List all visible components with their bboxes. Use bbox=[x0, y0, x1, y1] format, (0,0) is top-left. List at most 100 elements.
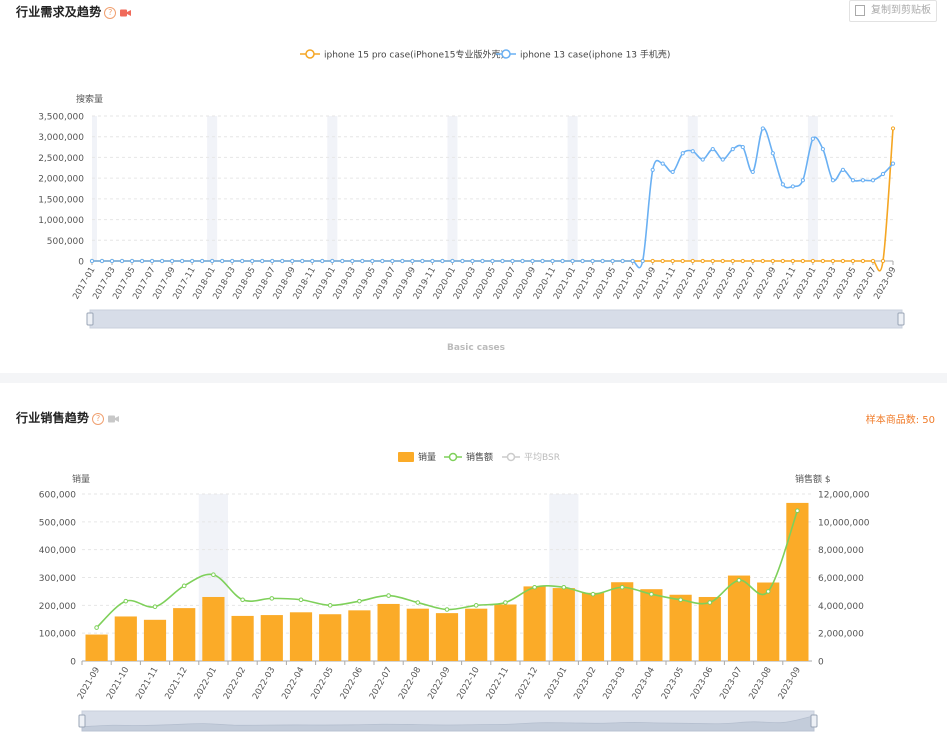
y-tick-label-left: 100,000 bbox=[39, 630, 76, 640]
y-tick-label: 0 bbox=[78, 258, 84, 268]
y-tick-label-left: 0 bbox=[70, 658, 76, 668]
legend-label: 平均BSR bbox=[524, 451, 560, 463]
sales-chart: 销量 销售额 平均BSR销量 销售额 $600,000500,000400,00030… bbox=[39, 451, 870, 732]
data-point bbox=[570, 258, 575, 264]
x-tick-label: 2023-01 bbox=[543, 666, 569, 702]
january-band bbox=[567, 116, 578, 261]
sales-volume-bar bbox=[786, 502, 809, 661]
legend-item[interactable]: iphone 15 pro case(iPhone15专业版外壳) bbox=[300, 49, 504, 61]
data-point bbox=[765, 589, 771, 594]
legend-swatch bbox=[398, 452, 414, 462]
y-tick-label-left: 600,000 bbox=[39, 491, 76, 501]
zoom-handle-left bbox=[78, 714, 86, 728]
y-tick-label-left: 400,000 bbox=[39, 546, 76, 556]
data-point bbox=[200, 258, 205, 264]
sales-volume-bar bbox=[114, 616, 137, 661]
x-tick-label: 2023-05 bbox=[660, 666, 686, 702]
data-point bbox=[386, 593, 391, 598]
sales-volume-bar bbox=[377, 603, 400, 661]
data-point bbox=[500, 258, 505, 264]
legend-item[interactable]: 销量 bbox=[398, 451, 436, 463]
data-point bbox=[503, 600, 508, 605]
data-point bbox=[678, 597, 683, 603]
data-point bbox=[840, 258, 846, 264]
x-tick-label: 2022-09 bbox=[426, 666, 452, 702]
data-point bbox=[649, 591, 654, 597]
legend-marker bbox=[448, 452, 458, 462]
data-point bbox=[770, 151, 775, 156]
data-point bbox=[810, 258, 816, 264]
zoom-label: Basic cases bbox=[447, 343, 505, 353]
sales-volume-bar bbox=[319, 614, 342, 661]
sales-volume-bar bbox=[465, 608, 488, 661]
y-tick-label: 3,000,000 bbox=[38, 133, 84, 143]
y-tick-label-right: 6,000,000 bbox=[818, 574, 864, 584]
data-point bbox=[890, 126, 896, 131]
y-tick-label-left: 500,000 bbox=[39, 518, 76, 528]
data-point bbox=[450, 258, 455, 264]
data-point bbox=[590, 591, 596, 597]
sales-volume-bar bbox=[143, 619, 167, 661]
data-point bbox=[790, 184, 795, 189]
data-point bbox=[440, 258, 445, 264]
data-point bbox=[480, 258, 485, 264]
data-point bbox=[795, 508, 800, 513]
data-point bbox=[780, 258, 785, 264]
legend-item[interactable]: 平均BSR bbox=[502, 451, 560, 463]
legend-marker bbox=[506, 452, 516, 462]
x-tick-label: 2022-01 bbox=[193, 666, 219, 702]
data-point bbox=[530, 258, 535, 264]
y-axis-label-right: 销售额 $ bbox=[795, 473, 831, 485]
legend-item[interactable]: iphone 13 case(iphone 13 手机壳) bbox=[496, 49, 670, 61]
y-tick-label: 2,500,000 bbox=[38, 154, 84, 164]
data-zoom-slider[interactable] bbox=[78, 710, 818, 732]
data-point bbox=[300, 258, 305, 264]
data-point bbox=[860, 178, 866, 183]
data-point bbox=[750, 169, 755, 175]
data-point bbox=[250, 258, 255, 264]
data-point bbox=[152, 604, 158, 610]
data-point bbox=[540, 258, 545, 264]
data-point bbox=[490, 258, 495, 264]
y-tick-label-left: 300,000 bbox=[39, 574, 76, 584]
x-tick-label: 2023-07 bbox=[718, 666, 744, 702]
january-band bbox=[92, 116, 98, 261]
data-point bbox=[610, 258, 615, 264]
data-point bbox=[330, 258, 335, 264]
sales-volume-bar bbox=[85, 634, 108, 661]
x-tick-label: 2022-04 bbox=[280, 666, 306, 702]
x-tick-label: 2023-03 bbox=[601, 666, 627, 702]
data-point bbox=[240, 597, 245, 603]
data-point bbox=[850, 258, 856, 264]
y-tick-label-right: 8,000,000 bbox=[818, 546, 864, 556]
january-band bbox=[327, 116, 338, 261]
data-point bbox=[470, 258, 475, 264]
sales-volume-bar bbox=[669, 594, 692, 661]
data-point bbox=[690, 258, 695, 264]
data-zoom-slider[interactable] bbox=[86, 309, 905, 329]
january-band bbox=[207, 116, 218, 261]
data-point bbox=[400, 258, 405, 264]
x-tick-label: 2022-06 bbox=[339, 666, 365, 702]
x-tick-label: 2022-07 bbox=[368, 666, 394, 702]
data-point bbox=[810, 136, 816, 141]
sales-volume-bar bbox=[611, 582, 634, 661]
data-point bbox=[670, 258, 675, 264]
data-point bbox=[340, 258, 345, 264]
zoom-handle-left bbox=[86, 312, 94, 326]
data-point bbox=[800, 258, 805, 264]
data-point bbox=[380, 258, 385, 264]
legend-item[interactable]: 销售额 bbox=[444, 451, 493, 463]
data-point bbox=[710, 147, 715, 152]
data-point bbox=[890, 161, 896, 166]
data-point bbox=[720, 157, 725, 162]
data-point bbox=[415, 600, 421, 605]
data-point bbox=[129, 258, 135, 264]
data-point bbox=[444, 607, 450, 612]
data-point bbox=[720, 258, 725, 264]
data-point bbox=[561, 584, 567, 590]
sales-volume-bar bbox=[523, 586, 546, 661]
data-point bbox=[800, 178, 805, 183]
y-axis-label-left: 销量 bbox=[72, 473, 90, 485]
data-point bbox=[240, 258, 245, 264]
